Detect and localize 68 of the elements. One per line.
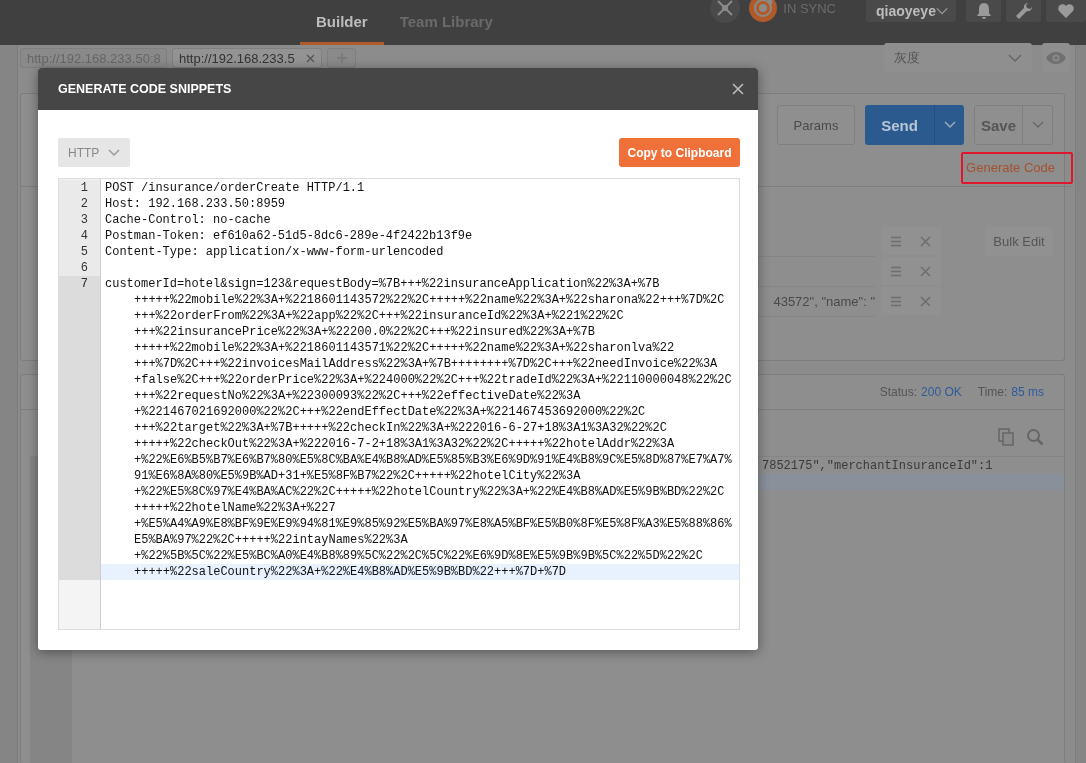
code-line: 7852175","merchantInsuranceId":1 [762,459,993,473]
code-line: E5%BA%97%22%2C+++++%22intayNames%22%3A [134,533,408,547]
code-line: +++%22insurancePrice%22%3A+%22200.0%22%2C+++%22insured%22%3A+%7B [134,325,595,339]
code-line: +%22%E6%B5%B7%E6%B7%80%E5%8C%BA%E4%B8%AD%E5%85%B3%E6%9D%91%E4%B8%9C%E5%8D%87%E7%A7% [134,453,732,467]
language-dropdown[interactable]: HTTP [58,138,130,167]
line-number: 5 [80,245,88,259]
line-number: 7 [80,277,88,291]
nav-tab[interactable]: Builder [300,0,384,45]
code-line: +false%2C+++%22orderPrice%22%3A+%224000%22%2C+++%22tradeId%22%3A+%22110000048%22%2C [134,373,732,387]
wrench-icon[interactable] [1006,0,1041,22]
code-line: POST /insurance/orderCreate HTTP/1.1 [105,181,365,195]
copy-icon[interactable] [998,428,1014,446]
time-value: 85 ms [1011,385,1044,399]
line-number: 6 [80,261,88,275]
send-options-button[interactable] [935,105,964,145]
code-line: +++++%22checkOut%22%3A+%222016-7-2+18%3A1%3A32%22%2C+++++%22hotelAddr%22%3A [134,437,675,451]
sync-icon[interactable] [748,0,779,23]
dialog-title: GENERATE CODE SNIPPETS [58,82,232,96]
code-line: +%E5%A4%A9%E8%BF%9E%E9%94%81%E9%85%92%E5%BA%97%E8%A5%BF%E5%B0%8F%E5%8F%A3%E5%88%86% [134,517,732,531]
code-line: Postman-Token: ef610a62-51d5-8dc6-289e-4f2422b13f9e [105,229,473,243]
code-line: Host: 192.168.233.50:8959 [105,197,286,211]
close-icon[interactable] [306,53,315,63]
scrollbar[interactable] [1075,45,1086,763]
chevron-down-icon [1008,53,1022,62]
code-line: 91%E6%8A%80%E5%9B%AD+31+%E5%8F%B7%22%2C+++++%22hotelCity%22%3A [134,469,581,483]
drag-handle-icon[interactable] [890,295,901,307]
code-line: +%221467021692000%22%2C+++%22endEffectDate%22%3A+%221467453692000%22%2C [134,405,646,419]
status-label: Status: [879,385,918,399]
code-line: +++%22requestNo%22%3A+%22300093%22%2C+++%22effectiveDate%22%3A [134,389,581,403]
code-line: +++++%22saleCountry%22%3A+%22%E4%B8%AD%E5%9B%BD%22+++%7D+%7D [134,565,567,579]
send-button[interactable]: Send [865,105,935,145]
delete-icon[interactable] [920,295,932,307]
line-number: 1 [80,181,88,195]
user-dropdown[interactable]: qiaoyeye [866,0,956,22]
save-button[interactable]: Save [974,105,1023,145]
code-line: customerId=hotel&sign=123&requestBody=%7B+++%22insuranceApplication%22%3A+%7B [105,277,660,291]
code-line: +++++%22hotelName%22%3A+%227 [134,501,336,515]
code-line: +++++%22mobile%22%3A+%2218601143572%22%2C+++++%22name%22%3A+%22sharona%22+++%7D%2C [134,293,725,307]
params-button[interactable]: Params [777,105,855,145]
delete-icon[interactable] [920,235,932,247]
plus-icon[interactable] [327,48,356,68]
code-line: +++%7D%2C+++%22invoicesMailAddress%22%3A+%7B++++++++%7D%2C+++%22needInvoice%22%3A [134,357,718,371]
drag-handle-icon[interactable] [890,265,901,277]
code-line: Content-Type: application/x-www-form-urlencoded [105,245,444,259]
generate-code-link[interactable]: Generate Code [961,152,1073,184]
bell-icon[interactable] [966,0,1001,22]
chevron-down-icon [1031,121,1044,129]
code-line: +%22%5B%5C%22%E5%BC%A0%E4%B8%89%5C%22%2C%5C%22%E6%9D%8E%E5%9B%9B%5C%22%5D%22%2C [134,549,703,563]
close-icon[interactable] [732,83,744,95]
time-label: Time: [977,385,1008,399]
save-options-button[interactable] [1023,105,1053,145]
line-number: 4 [80,229,88,243]
copy-to-clipboard-button[interactable]: Copy to Clipboard [619,138,740,167]
code-line: +%22%E5%8C%97%E4%BA%AC%22%2C+++++%22hotelCountry%22%3A+%22%E4%B8%AD%E5%9B%BD%22%2C [134,485,725,499]
code-line: +++%22orderFrom%22%3A+%22app%22%2C+++%22insuranceId%22%3A+%221%22%2C [134,309,624,323]
code-line: +++++%22mobile%22%3A+%2218601143571%22%2C+++++%22name%22%3A+%22sharonlva%22 [134,341,675,355]
delete-icon[interactable] [920,265,932,277]
status-value: 200 OK [921,385,962,399]
search-icon[interactable] [1026,428,1044,446]
request-tab[interactable]: http://192.168.233.5 [172,48,322,68]
drag-handle-icon[interactable] [890,235,901,247]
chevron-down-icon [943,121,956,129]
code-line: Cache-Control: no-cache [105,213,271,227]
chevron-down-icon [935,7,948,15]
chevron-down-icon [108,148,120,157]
line-number: 3 [80,213,88,227]
code-line: +++%22target%22%3A+%7B+++++%22checkIn%22%3A+%222016-6-27+18%3A1%3A32%22%2C [134,421,667,435]
line-number: 2 [80,197,88,211]
